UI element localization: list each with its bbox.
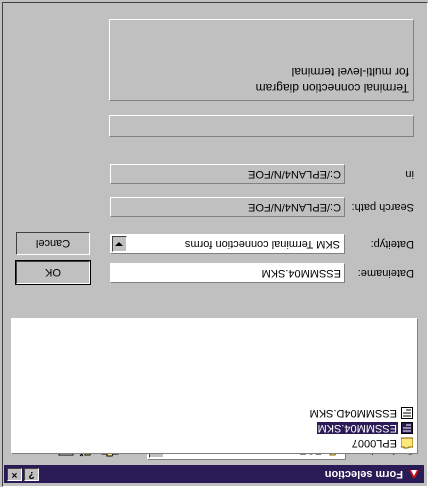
filename-input[interactable]: ESSMM04.SKM [110,263,345,283]
file-list[interactable]: EPL0007 ESSMM04.SKM ESSMM04D.SKM [11,318,418,454]
filename-label: Dateiname: [357,267,414,279]
form-file-icon [401,407,413,420]
filetype-dropdown-arrow[interactable] [112,236,127,252]
file-item-essmm04[interactable]: ESSMM04.SKM [316,421,413,436]
help-button[interactable]: ? [24,468,39,481]
in-path-field: C:/EPLAN4/N/FOE [110,164,345,184]
in-label: in [405,168,414,180]
close-button[interactable]: × [7,468,22,481]
chevron-down-icon [115,242,124,246]
eplan-logo-icon [407,467,421,481]
cancel-button[interactable]: Cancel [16,232,90,255]
file-item-essmm04d[interactable]: ESSMM04D.SKM [309,406,413,421]
ok-button[interactable]: OK [15,260,91,285]
search-path-field: C:/EPLAN4/N/FOE [110,197,345,217]
file-item-epl0007[interactable]: EPL0007 [351,436,413,451]
preview-line-2: for multi-level terminal [291,65,409,79]
filetype-value: SKM Terminal connection forms [184,238,340,250]
description-field [109,115,414,137]
file-name: ESSMM04.SKM [316,422,398,435]
folder-icon [401,438,413,449]
filetype-dropdown[interactable]: SKM Terminal connection forms [110,234,345,254]
form-file-icon [401,422,413,435]
title-bar[interactable]: Form selection ? × [4,465,424,483]
file-name: ESSMM04D.SKM [309,407,397,420]
form-preview: Terminal connection diagram for multi-le… [109,19,414,101]
search-path-label: Search path: [351,201,414,213]
filetype-label: Dateityp: [370,238,414,250]
window-title: Form selection [324,468,403,480]
file-name: EPL0007 [351,437,397,450]
form-selection-dialog: Form selection ? × Suchen in: FOE [2,2,428,487]
preview-line-1: Terminal connection diagram [255,81,409,95]
